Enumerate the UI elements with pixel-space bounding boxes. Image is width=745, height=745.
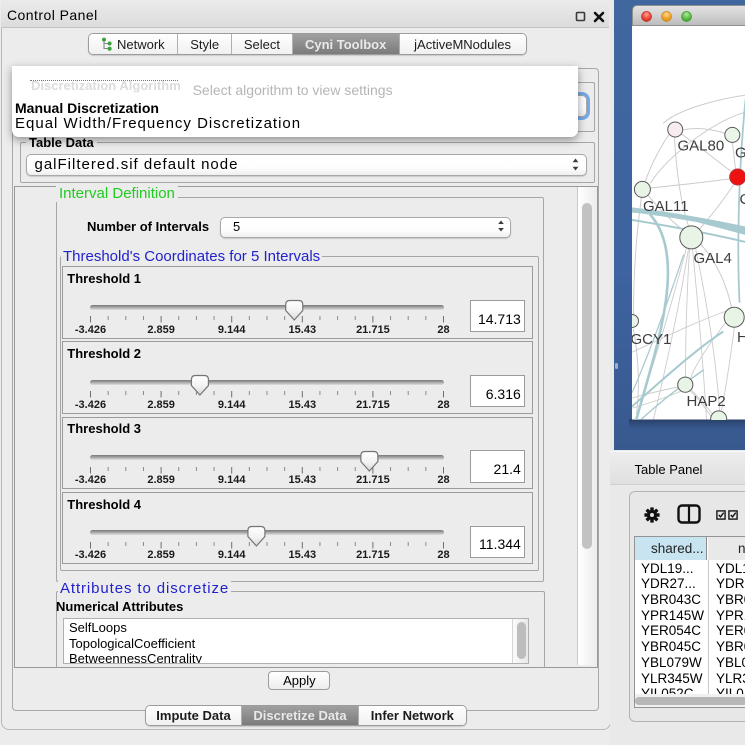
svg-text:GCY1: GCY1 [632,331,671,348]
svg-text:GA: GA [735,145,745,162]
svg-text:GAL11: GAL11 [643,198,689,215]
svg-text:HI: HI [737,329,745,346]
svg-text:HAP2: HAP2 [686,393,725,410]
svg-text:GAL4: GAL4 [693,250,731,267]
svg-text:GAL80: GAL80 [677,138,724,155]
svg-text:C: C [739,191,745,208]
